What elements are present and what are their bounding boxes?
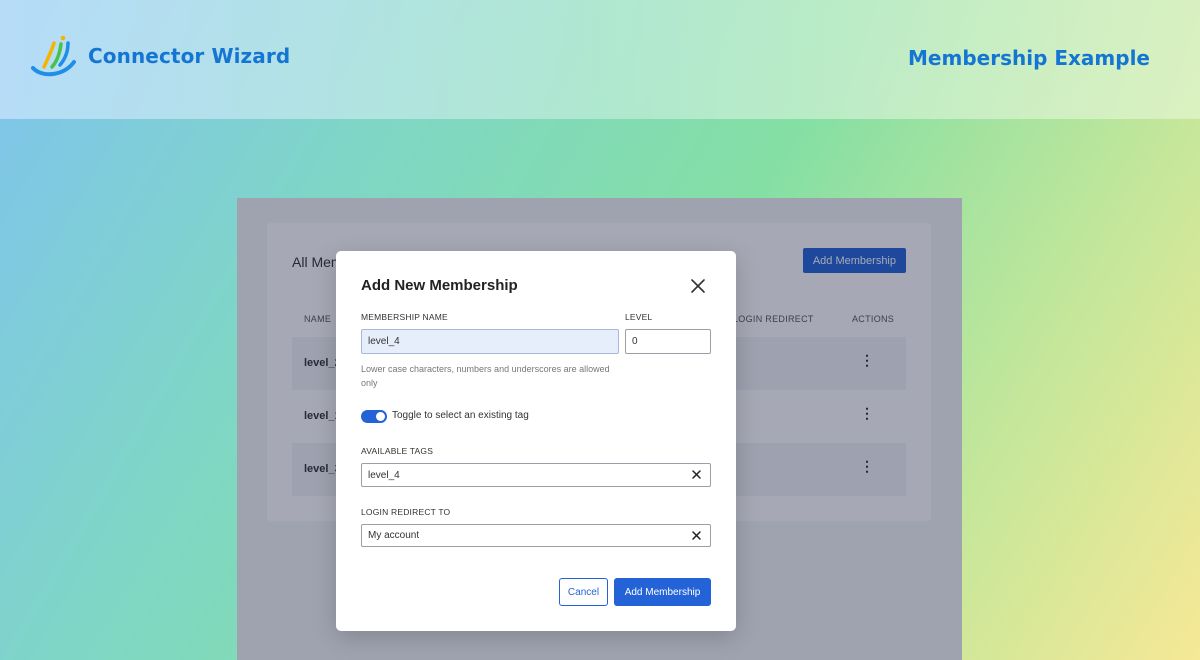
level-input[interactable]: 0 <box>625 329 711 354</box>
connector-wizard-logo-icon <box>31 35 76 77</box>
close-icon[interactable] <box>688 276 708 296</box>
login-redirect-select[interactable]: My account <box>361 524 711 547</box>
dialog-title: Add New Membership <box>361 277 518 294</box>
page-heading: Membership Example <box>908 46 1150 70</box>
membership-name-input[interactable]: level_4 <box>361 329 619 354</box>
clear-icon[interactable] <box>691 530 702 541</box>
available-tags-select[interactable]: level_4 <box>361 463 711 487</box>
toggle-label: Toggle to select an existing tag <box>392 410 529 421</box>
membership-name-value: level_4 <box>368 336 400 347</box>
membership-name-help-text: Lower case characters, numbers and under… <box>361 364 610 388</box>
available-tags-value: level_4 <box>368 469 400 481</box>
clear-icon[interactable] <box>691 469 702 480</box>
submit-add-membership-button[interactable]: Add Membership <box>614 578 711 606</box>
available-tags-label: AVAILABLE TAGS <box>361 446 434 456</box>
cancel-button[interactable]: Cancel <box>559 578 608 606</box>
existing-tag-toggle[interactable] <box>361 410 387 423</box>
login-redirect-value: My account <box>368 530 420 541</box>
toggle-knob <box>376 412 385 421</box>
membership-name-label: MEMBERSHIP NAME <box>361 312 448 322</box>
add-membership-dialog: Add New Membership MEMBERSHIP NAME level… <box>336 251 736 631</box>
top-banner: Connector Wizard Membership Example <box>0 0 1200 119</box>
level-label: LEVEL <box>625 312 653 322</box>
login-redirect-label: LOGIN REDIRECT TO <box>361 507 451 517</box>
brand[interactable]: Connector Wizard <box>30 34 290 78</box>
brand-name: Connector Wizard <box>88 44 291 68</box>
level-value: 0 <box>632 336 638 347</box>
